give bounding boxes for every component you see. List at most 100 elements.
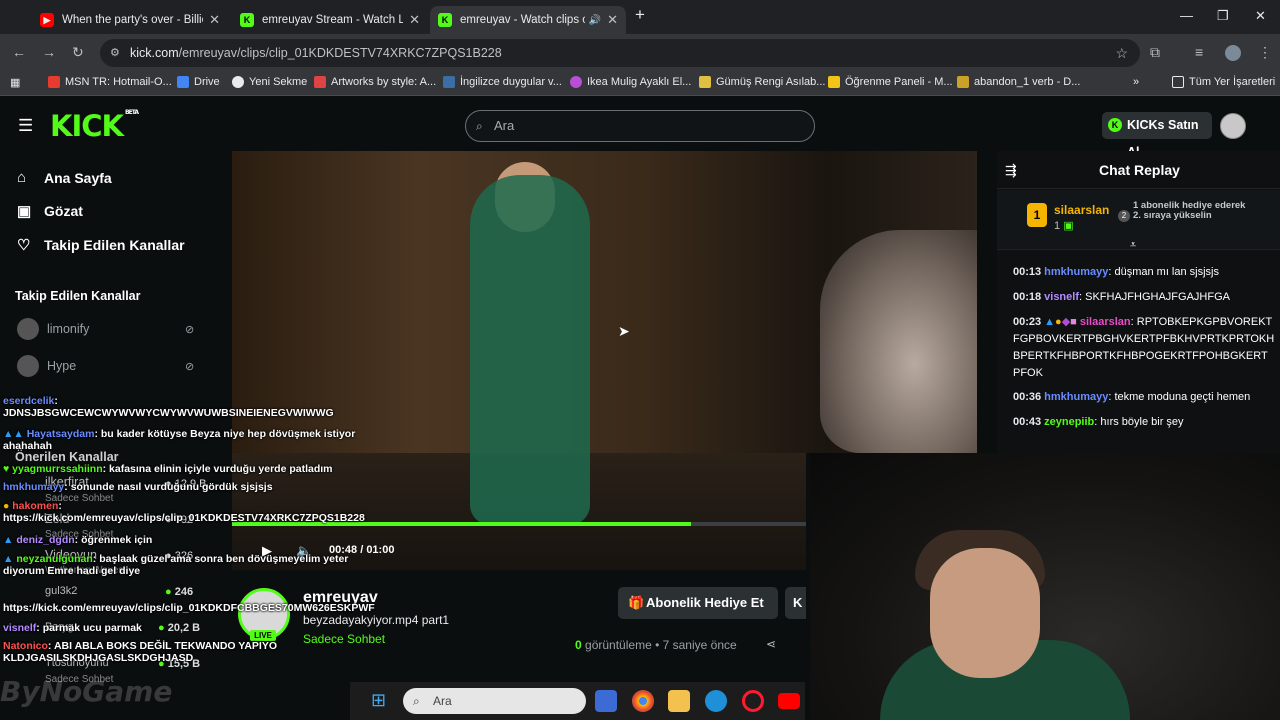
webcam-person-face — [930, 548, 1040, 678]
close-icon[interactable]: ✕ — [209, 12, 220, 28]
dictionary-icon — [957, 76, 969, 88]
artworks-icon — [314, 76, 326, 88]
viewer-count: ● 20,2 B — [158, 622, 201, 634]
watermark: ByNoGame — [0, 675, 173, 708]
tab-youtube[interactable]: ▶ When the party's over - Billie Ei ✕ — [32, 6, 228, 34]
overlay-chat-line: ▲▲ Hayatsaydam: bu kader kötüyse Beyza n… — [3, 428, 356, 452]
overlay-chat-line: ♥ yyagmurrssahiinn: kafasına elinin içiy… — [3, 463, 333, 475]
hamburger-menu-icon[interactable]: ☰ — [18, 116, 33, 136]
avatar[interactable] — [1220, 113, 1246, 139]
overlay-chat-line: https://kick.com/emreuyav/clips/clip_01K… — [3, 602, 375, 614]
tab-kick-stream[interactable]: K emreuyav Stream - Watch Live ✕ — [232, 6, 428, 34]
site-header: ☰ KICKBETA ⌕ Ara K KICKs Satın Al — [0, 97, 1280, 159]
chat-message: 00:43 zeynepiib: hırs böyle bir şey — [1013, 416, 1184, 428]
window-close-icon[interactable]: ✕ — [1255, 8, 1266, 24]
bookmark-item[interactable]: Ikea Mulig Ayaklı El... — [570, 76, 691, 88]
subscribe-button[interactable]: K — [785, 587, 806, 619]
chat-username[interactable]: hmkhumayy — [1044, 266, 1108, 278]
followed-heading: Takip Edilen Kanallar — [15, 289, 141, 303]
browser-tab-bar: ▶ When the party's over - Billie Ei ✕ K … — [0, 0, 1280, 34]
expand-pinned-icon[interactable]: ⩡ — [1130, 239, 1136, 252]
overlay-chat-line: Natonico: ABI ABLA BOKS DEĞİL TEKWANDO Y… — [3, 640, 278, 664]
ikea-icon — [570, 76, 582, 88]
bookmark-item[interactable]: Gümüş Rengi Asılab... — [699, 76, 825, 88]
bookmark-item[interactable]: MSN TR: Hotmail-O... — [48, 76, 172, 88]
clip-title: beyzadayakyiyor.mp4 part1 — [303, 613, 450, 627]
forward-icon[interactable]: → — [42, 44, 56, 60]
gift-subscription-button[interactable]: 🎁 Abonelik Hediye Et — [618, 587, 778, 619]
clip-views: 0 görüntüleme • 7 saniye önce — [575, 638, 737, 652]
chat-message: 00:18 visnelf: SKFHAJFHGHAJFGAJHFGA — [1013, 291, 1230, 303]
overlay-chat-line: hmkhumayy: sonunde nasıl vurduğunu gördü… — [3, 481, 273, 493]
new-tab-icon[interactable]: + — [635, 5, 645, 25]
buy-kicks-button[interactable]: K KICKs Satın Al — [1102, 112, 1212, 159]
bookmark-item[interactable]: Öğrenme Paneli - M... — [828, 76, 953, 88]
offline-icon: ⊘ — [185, 360, 195, 373]
maximize-icon[interactable]: ❐ — [1217, 8, 1229, 24]
speaker-icon[interactable]: 🔊 — [589, 15, 601, 26]
bookmark-item[interactable]: Yeni Sekme — [232, 76, 307, 88]
minimize-icon[interactable]: — — [1180, 8, 1193, 23]
chat-username[interactable]: silaarslan — [1080, 316, 1131, 328]
windows-start-icon[interactable]: ⊞ — [371, 690, 386, 711]
gift-icon: 🎁 — [628, 595, 645, 610]
back-icon[interactable]: ← — [12, 44, 26, 60]
sidebar-item-following[interactable]: ♡ Takip Edilen Kanallar — [17, 236, 185, 254]
address-bar[interactable]: ⚙ kick.com/emreuyav/clips/clip_01KDKDEST… — [100, 39, 1140, 67]
sidebar-channel[interactable]: Hype ⊘ — [17, 355, 194, 377]
media-icon[interactable]: ≡ — [1195, 44, 1203, 60]
kick-icon: K — [438, 13, 452, 27]
folder-icon[interactable] — [668, 690, 690, 712]
avatar — [17, 355, 39, 377]
close-icon[interactable]: ✕ — [409, 12, 420, 28]
site-info-icon[interactable]: ⚙ — [110, 39, 120, 67]
chat-username[interactable]: hmkhumayy — [1044, 391, 1108, 403]
overlay-chat-line: eserdcelik: JDNSJBSGWCEWCWYWVWYCWYWVWUWBS… — [3, 395, 334, 419]
chat-username[interactable]: visnelf — [1044, 291, 1079, 303]
opera-icon[interactable] — [742, 690, 764, 712]
chat-message: 00:13 hmkhumayy: düşman mı lan sjsjsjs — [1013, 266, 1220, 278]
video-cat — [820, 230, 977, 453]
search-input[interactable]: ⌕ Ara — [465, 110, 815, 142]
bookmark-star-icon[interactable]: ☆ — [1115, 39, 1128, 67]
menu-dots-icon[interactable]: ⋮ — [1258, 44, 1272, 61]
edge-icon[interactable] — [705, 690, 727, 712]
sidebar-item-browse[interactable]: ▣ Gözat — [17, 202, 83, 220]
profile-icon[interactable] — [1225, 45, 1241, 61]
youtube-icon[interactable] — [778, 693, 800, 709]
chat-header: ⇶ Chat Replay — [997, 151, 1280, 189]
gift-icon: ▣ — [1063, 220, 1074, 232]
bookmarks-bar: ▦ MSN TR: Hotmail-O... Drive Yeni Sekme … — [0, 72, 1280, 96]
reload-icon[interactable]: ↻ — [72, 44, 84, 61]
bookmark-item[interactable]: Drive — [177, 76, 220, 88]
badge-icon: ▲ — [1044, 316, 1056, 328]
pinned-user[interactable]: silaarslan — [1054, 203, 1109, 217]
badge-icon: ■ — [1070, 316, 1077, 328]
collapse-chat-icon[interactable]: ⇶ — [1005, 162, 1017, 179]
kick-logo[interactable]: KICK BETA — [50, 109, 139, 143]
bookmark-item[interactable]: İngilizce duygular v... — [443, 76, 562, 88]
sidebar-item-home[interactable]: ⌂ Ana Sayfa — [17, 169, 112, 186]
bookmark-item[interactable]: abandon_1 verb - D... — [957, 76, 1080, 88]
sidebar-channel[interactable]: gul3k2 — [45, 585, 77, 597]
share-icon[interactable]: ⋖ — [766, 637, 776, 651]
bookmark-item[interactable]: Artworks by style: A... — [314, 76, 436, 88]
globe-icon — [232, 76, 244, 88]
chat-username[interactable]: zeynepiib — [1044, 416, 1094, 428]
search-icon: ⌕ — [476, 119, 483, 133]
mail-icon[interactable] — [595, 690, 617, 712]
close-icon[interactable]: ✕ — [607, 12, 618, 28]
chat-title: Chat Replay — [1099, 162, 1180, 178]
sidebar-channel[interactable]: limonify ⊘ — [17, 318, 194, 340]
pinned-count: 1 ▣ — [1054, 220, 1074, 232]
taskbar-search[interactable]: ⌕ Ara — [403, 688, 586, 714]
chrome-icon[interactable] — [632, 690, 654, 712]
apps-grid-icon[interactable]: ▦ — [10, 76, 20, 89]
tab-kick-clips[interactable]: K emreuyav - Watch clips on K 🔊 ✕ — [430, 6, 626, 34]
extensions-icon[interactable]: ⧉ — [1150, 44, 1160, 61]
more-bookmarks-icon[interactable]: » — [1133, 76, 1139, 88]
rank-number: 2 — [1118, 210, 1130, 222]
browser-toolbar: ← → ↻ ⚙ kick.com/emreuyav/clips/clip_01K… — [0, 34, 1280, 72]
chat-message: 00:36 hmkhumayy: tekme moduna geçti hemen — [1013, 391, 1251, 403]
all-bookmarks[interactable]: Tüm Yer İşaretleri — [1172, 76, 1275, 88]
